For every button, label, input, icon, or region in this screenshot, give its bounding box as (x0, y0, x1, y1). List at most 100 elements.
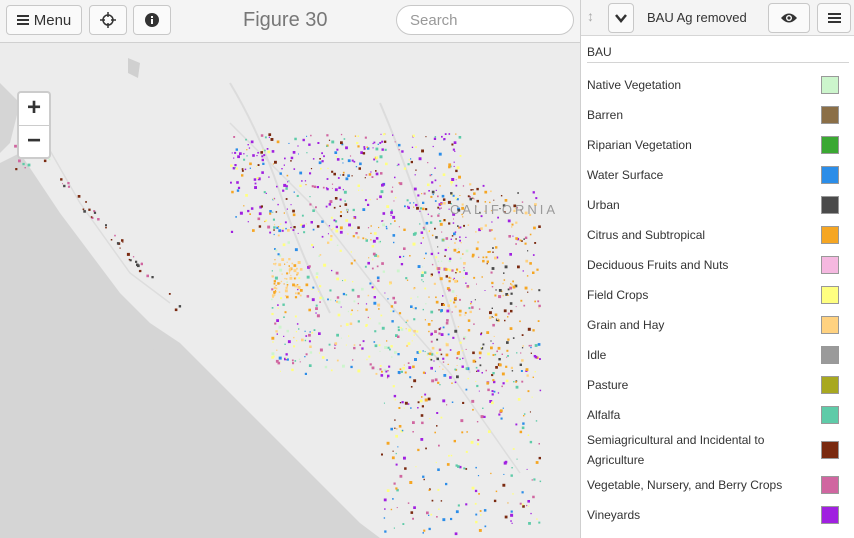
zoom-in-button[interactable]: + (19, 93, 49, 125)
landuse-pixel (284, 157, 286, 160)
landuse-pixel (374, 344, 378, 348)
landuse-pixel (297, 145, 299, 147)
landuse-pixel (442, 361, 445, 363)
resize-handle-icon[interactable]: ↕ (587, 8, 594, 24)
landuse-pixel (333, 172, 336, 176)
landuse-pixel (438, 444, 440, 447)
landuse-pixel (412, 421, 415, 424)
landuse-pixel (399, 402, 402, 404)
landuse-pixel (384, 140, 387, 143)
landuse-pixel (482, 407, 484, 409)
landuse-pixel (538, 225, 541, 228)
landuse-pixel (457, 225, 459, 227)
landuse-pixel (379, 155, 383, 159)
landuse-pixel (302, 138, 305, 142)
legend-item-label: Vegetable, Nursery, and Berry Crops (587, 478, 783, 492)
landuse-pixel (418, 157, 422, 161)
landuse-pixel (435, 189, 437, 191)
landuse-pixel (376, 276, 380, 280)
landuse-pixel (308, 143, 311, 146)
layer-menu-button[interactable] (817, 3, 851, 33)
menu-button[interactable]: Menu (6, 5, 82, 35)
landuse-pixel (451, 290, 455, 293)
landuse-pixel (437, 381, 440, 384)
landuse-pixel (362, 237, 365, 240)
landuse-pixel (273, 280, 276, 283)
landuse-pixel (444, 255, 446, 257)
landuse-pixel (459, 195, 461, 196)
landuse-pixel (445, 321, 449, 325)
landuse-pixel (453, 301, 456, 304)
landuse-pixel (342, 189, 344, 191)
landuse-pixel (235, 148, 238, 151)
lake (128, 58, 140, 78)
landuse-pixel (480, 347, 482, 349)
landuse-pixel (234, 164, 237, 167)
visibility-toggle-button[interactable] (768, 3, 810, 33)
landuse-pixel (442, 357, 445, 360)
landuse-pixel (517, 192, 519, 194)
landuse-pixel (428, 489, 431, 491)
landuse-pixel (471, 306, 474, 309)
landuse-pixel (522, 270, 524, 272)
landuse-pixel (258, 225, 262, 228)
landuse-pixel (339, 230, 343, 234)
landuse-pixel (236, 181, 239, 184)
landuse-pixel (383, 517, 386, 519)
landuse-pixel (461, 350, 464, 352)
map-view[interactable]: CALIFORNIA + − (0, 43, 580, 538)
landuse-pixel (462, 276, 465, 279)
landuse-pixel (389, 283, 391, 285)
landuse-pixel (527, 327, 531, 331)
landuse-pixel (345, 294, 348, 296)
landuse-pixel (286, 329, 289, 333)
layer-dropdown-button[interactable] (608, 3, 634, 33)
landuse-pixel (473, 276, 476, 279)
landuse-pixel (319, 301, 321, 303)
landuse-pixel (377, 143, 379, 145)
landuse-pixel (334, 342, 338, 345)
landuse-pixel (474, 502, 477, 505)
landuse-pixel (83, 210, 86, 213)
landuse-pixel (352, 208, 355, 212)
landuse-pixel (527, 291, 529, 293)
landuse-pixel (523, 413, 526, 415)
landuse-pixel (394, 141, 396, 143)
locate-button[interactable] (89, 5, 127, 35)
landuse-pixel (257, 217, 261, 221)
info-button[interactable] (133, 5, 171, 35)
landuse-pixel (334, 197, 338, 200)
landuse-pixel (411, 146, 414, 148)
landuse-pixel (473, 192, 476, 195)
landuse-pixel (82, 208, 85, 211)
landuse-pixel (273, 294, 276, 296)
landuse-pixel (311, 185, 314, 188)
landuse-pixel (394, 351, 397, 354)
landuse-pixel (235, 216, 237, 218)
landuse-pixel (431, 346, 435, 350)
landuse-pixel (292, 283, 295, 287)
landuse-pixel (375, 147, 379, 151)
landuse-pixel (434, 136, 437, 138)
landuse-pixel (477, 369, 480, 372)
landuse-pixel (413, 187, 417, 191)
landuse-pixel (379, 142, 382, 144)
landuse-pixel (271, 288, 274, 291)
landuse-pixel (437, 206, 440, 209)
zoom-out-button[interactable]: − (19, 125, 49, 158)
landuse-pixel (423, 192, 426, 195)
landuse-pixel (507, 338, 510, 341)
landuse-pixel (477, 241, 480, 244)
landuse-pixel (318, 352, 321, 354)
search-input[interactable] (396, 5, 574, 35)
landuse-pixel (394, 220, 396, 222)
landuse-pixel (427, 397, 431, 401)
landuse-pixel (233, 157, 235, 159)
landuse-pixel (459, 271, 461, 273)
landuse-pixel (309, 331, 311, 333)
landuse-pixel (452, 194, 455, 197)
landuse-pixel (538, 456, 541, 460)
landuse-pixel (532, 271, 535, 274)
landuse-pixel (380, 172, 383, 175)
landuse-pixel (428, 330, 430, 333)
